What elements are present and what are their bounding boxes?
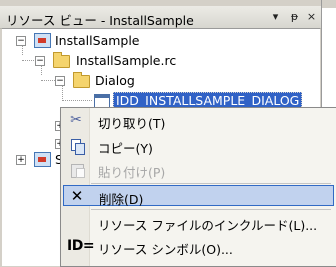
tree-connector [41,80,55,81]
tree-node-label: InstallSample [55,33,140,48]
tree-connector [22,60,36,61]
copy-icon [67,137,85,155]
menu-item-label: リソース シンボル(O)... [98,242,233,257]
window-position-dropdown-icon[interactable]: ▾ [268,8,283,25]
tree-node-label: InstallSample.rc [76,53,177,68]
menu-item-label: リソース ファイルのインクルード(L)... [98,218,318,233]
panel-title: リソース ビュー - InstallSample [6,13,194,28]
menu-separator [91,183,331,184]
paste-icon [67,161,85,178]
menu-separator [91,209,331,210]
project-icon [34,152,51,167]
collapse-icon[interactable]: − [35,56,45,66]
menu-item-label: 切り取り(T) [98,116,166,131]
menu-item-resource-symbols[interactable]: ID= リソース シンボル(O)... [63,236,334,257]
menu-item-resource-includes[interactable]: リソース ファイルのインクルード(L)... [63,212,334,233]
close-panel-icon[interactable]: × [304,8,319,25]
folder-icon [73,72,90,88]
tree-connector [62,100,92,101]
folder-icon [53,52,70,68]
menu-item-label: 貼り付け(P) [98,165,166,180]
menu-item-paste[interactable]: 貼り付け(P) [63,159,334,180]
project-icon [34,33,51,48]
panel-title-bar[interactable]: リソース ビュー - InstallSample ▾ ᵽ × [0,6,321,29]
menu-item-label: 削除(D) [99,192,144,207]
scissors-icon: ✂ [70,112,82,128]
tree-connector [62,85,63,101]
dialog-resource-icon [94,94,110,108]
adjacent-panel-edge-top [322,0,336,8]
collapse-icon[interactable]: − [16,36,26,46]
context-menu[interactable]: ✂ 切り取り(T) コピー(Y) 貼り付け(P) ✕ 削除(D) リソース ファ… [60,107,336,267]
collapse-icon[interactable]: − [55,76,65,86]
expand-icon[interactable]: + [16,155,26,165]
tree-connector [41,65,42,75]
tree-node-label: Dialog [95,73,135,88]
menu-item-cut[interactable]: ✂ 切り取り(T) [63,110,334,131]
menu-item-copy[interactable]: コピー(Y) [63,135,334,156]
tree-connector [22,45,23,55]
delete-x-icon: ✕ [70,187,84,205]
auto-hide-pin-icon[interactable]: ᵽ [287,8,302,25]
id-symbol-icon: ID= [67,238,95,254]
menu-item-label: コピー(Y) [98,141,153,156]
menu-item-delete[interactable]: ✕ 削除(D) [63,185,334,207]
